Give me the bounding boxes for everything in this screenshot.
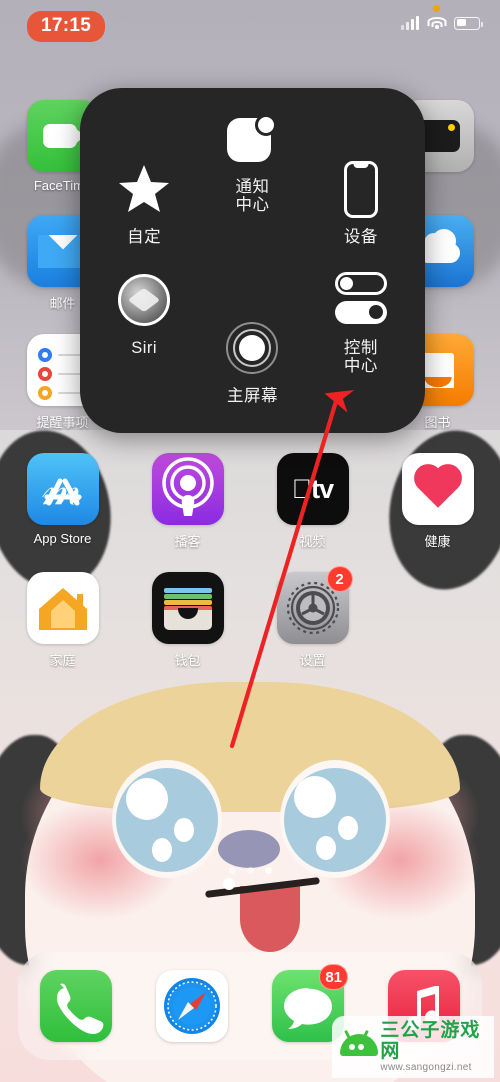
app-store-icon: 𝓂 <box>26 453 99 525</box>
status-icons <box>401 16 483 30</box>
assistive-item-control-center[interactable]: 控制 中心 <box>307 263 415 376</box>
control-center-toggles-icon <box>334 269 388 331</box>
notification-center-icon <box>227 108 278 170</box>
assistive-item-home[interactable]: 主屏幕 <box>198 311 306 405</box>
app-icon-home-app[interactable]: 家庭 <box>15 572 111 669</box>
assistive-item-siri[interactable]: Siri <box>90 263 198 357</box>
app-label: 图书 <box>424 415 451 430</box>
watermark-site-name: 三公子游戏网 <box>380 1019 481 1062</box>
assistive-item-device[interactable]: 设备 <box>307 152 415 246</box>
app-label: App Store <box>33 531 92 546</box>
safari-compass-icon <box>156 970 228 1042</box>
watermark-url: www.sangongzi.net <box>380 1062 472 1074</box>
battery-icon <box>454 16 483 30</box>
page-dot[interactable] <box>228 867 236 874</box>
cellular-bars-icon <box>401 16 419 30</box>
app-label: 播客 <box>174 534 201 549</box>
android-robot-icon <box>340 1029 378 1062</box>
dock-icon-safari[interactable] <box>156 970 228 1042</box>
app-icon-health[interactable]: 健康 <box>390 453 486 550</box>
phone-icon <box>40 970 112 1042</box>
dock-icon-phone[interactable] <box>40 970 112 1042</box>
wallet-icon <box>151 572 224 644</box>
assistive-item-label: 通知 中心 <box>235 178 270 215</box>
home-app-icon <box>26 572 99 644</box>
app-icon-app-store[interactable]: 𝓂 App Store <box>15 453 111 550</box>
wifi-icon <box>427 16 446 30</box>
app-label: 钱包 <box>174 653 201 668</box>
app-label: 健康 <box>424 534 451 549</box>
apple-tv-icon: tv <box>276 453 349 525</box>
assistive-item-label: 控制 中心 <box>343 338 378 375</box>
podcasts-icon <box>151 453 224 525</box>
page-dot[interactable] <box>246 867 254 874</box>
page-dot-active[interactable] <box>264 867 272 874</box>
app-icon-wallet[interactable]: 钱包 <box>140 572 236 669</box>
assistive-item-label: Siri <box>131 338 158 357</box>
app-icon-settings[interactable]: 2 设置 <box>265 566 361 669</box>
messages-badge: 81 <box>319 964 348 990</box>
app-icon-apple-tv[interactable]: tv 视频 <box>265 453 361 550</box>
siri-orb-icon <box>118 269 171 331</box>
app-label: 提醒事项 <box>36 415 89 430</box>
app-row: 𝓂 App Store 播客 tv 视频 健康 <box>0 453 500 550</box>
assistive-touch-menu[interactable]: 通知 中心 自定 设备 Siri 主屏幕 控制 中心 <box>80 88 425 433</box>
assistive-item-notification-center[interactable]: 通知 中心 <box>198 102 306 215</box>
home-button-icon <box>226 317 279 379</box>
status-bar: 17:15 <box>0 0 500 58</box>
assistive-item-label: 主屏幕 <box>226 386 278 405</box>
app-slot-empty <box>390 572 486 669</box>
assistive-item-label: 设备 <box>343 228 378 247</box>
settings-badge: 2 <box>326 566 353 592</box>
iphone-home-screen: 17:15 FaceTime 邮件 提醒事项 图书 𝓂 App Store 播客… <box>0 0 500 1082</box>
assistive-item-label: 自定 <box>127 228 162 247</box>
page-dots[interactable] <box>0 867 500 874</box>
site-watermark: 三公子游戏网 www.sangongzi.net <box>332 1016 494 1078</box>
device-phone-icon <box>343 158 378 220</box>
assistive-item-custom[interactable]: 自定 <box>90 152 198 246</box>
star-icon <box>117 158 171 220</box>
app-label: 家庭 <box>49 653 76 668</box>
time-recording-pill: 17:15 <box>27 11 106 42</box>
privacy-indicator-dot <box>433 5 440 12</box>
app-label: 视频 <box>299 534 326 549</box>
app-row: 家庭 钱包 2 设置 <box>0 566 500 669</box>
app-icon-podcasts[interactable]: 播客 <box>140 453 236 550</box>
app-label: 邮件 <box>49 296 76 311</box>
app-label: 设置 <box>299 653 326 668</box>
health-icon <box>401 453 474 525</box>
